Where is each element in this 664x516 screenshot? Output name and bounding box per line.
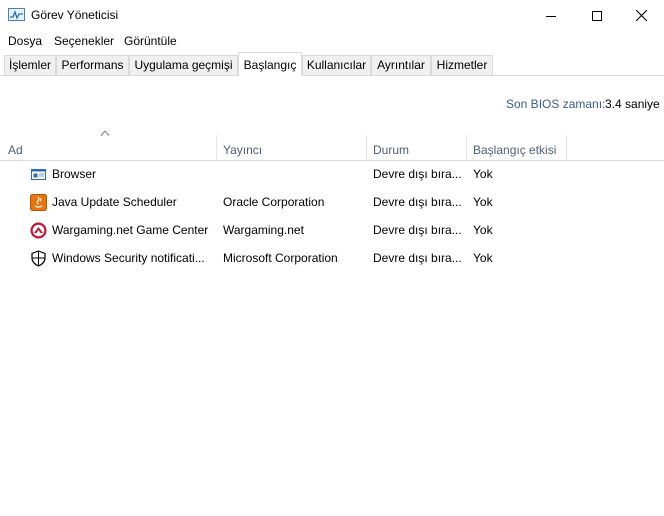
shield-icon bbox=[30, 250, 47, 267]
column-separator[interactable] bbox=[566, 135, 567, 160]
row-status: Devre dışı bıra... bbox=[373, 223, 462, 237]
minimize-icon bbox=[546, 15, 556, 17]
column-header-publisher-label: Yayıncı bbox=[223, 143, 263, 157]
table-row[interactable]: Java Update Scheduler Oracle Corporation… bbox=[0, 189, 664, 217]
row-name: Windows Security notificati... bbox=[52, 251, 205, 265]
column-header-status[interactable]: Durum bbox=[366, 135, 466, 161]
close-button[interactable] bbox=[618, 0, 664, 31]
tab-strip: İşlemler Performans Uygulama geçmişi Baş… bbox=[0, 52, 664, 76]
bios-time-value: 3.4 saniye bbox=[605, 97, 660, 111]
row-impact: Yok bbox=[473, 195, 493, 209]
row-name: Java Update Scheduler bbox=[52, 195, 177, 209]
maximize-button[interactable] bbox=[574, 0, 620, 31]
table-row[interactable]: Browser Devre dışı bıra... Yok bbox=[0, 161, 664, 189]
row-name: Wargaming.net Game Center bbox=[52, 223, 209, 237]
window-title: Görev Yöneticisi bbox=[31, 8, 119, 22]
column-header-status-label: Durum bbox=[373, 143, 410, 157]
menu-view[interactable]: Görüntüle bbox=[124, 34, 177, 48]
column-header-impact-label: Başlangıç etkisi bbox=[473, 143, 557, 157]
column-header-name[interactable]: Ad bbox=[0, 135, 216, 161]
tab-startup[interactable]: Başlangıç bbox=[238, 52, 302, 76]
menu-bar: Dosya Seçenekler Görüntüle bbox=[0, 31, 664, 52]
tab-processes[interactable]: İşlemler bbox=[4, 55, 56, 75]
browser-window-icon bbox=[30, 166, 47, 183]
tab-users[interactable]: Kullanıcılar bbox=[302, 55, 371, 75]
row-impact: Yok bbox=[473, 223, 493, 237]
minimize-button[interactable] bbox=[528, 0, 574, 31]
table-row[interactable]: Windows Security notificati... Microsoft… bbox=[0, 245, 664, 273]
wargaming-icon bbox=[30, 222, 47, 239]
row-status: Devre dışı bıra... bbox=[373, 195, 462, 209]
java-icon bbox=[30, 194, 47, 211]
menu-file[interactable]: Dosya bbox=[8, 34, 42, 48]
table-row[interactable]: Wargaming.net Game Center Wargaming.net … bbox=[0, 217, 664, 245]
row-publisher: Wargaming.net bbox=[223, 223, 304, 237]
row-status: Devre dışı bıra... bbox=[373, 251, 462, 265]
menu-options[interactable]: Seçenekler bbox=[54, 34, 114, 48]
row-impact: Yok bbox=[473, 167, 493, 181]
row-publisher: Microsoft Corporation bbox=[223, 251, 338, 265]
tab-performance[interactable]: Performans bbox=[56, 55, 129, 75]
task-manager-icon bbox=[8, 8, 25, 22]
column-header-name-label: Ad bbox=[8, 143, 23, 157]
maximize-icon bbox=[592, 10, 602, 21]
tab-details[interactable]: Ayrıntılar bbox=[371, 55, 431, 75]
row-status: Devre dışı bıra... bbox=[373, 167, 462, 181]
column-header-impact[interactable]: Başlangıç etkisi bbox=[466, 135, 566, 161]
column-header-publisher[interactable]: Yayıncı bbox=[216, 135, 366, 161]
row-name: Browser bbox=[52, 167, 97, 181]
tab-services[interactable]: Hizmetler bbox=[431, 55, 493, 75]
bios-time-label: Son BIOS zamanı: bbox=[506, 97, 606, 111]
row-impact: Yok bbox=[473, 251, 493, 265]
close-icon bbox=[635, 10, 647, 21]
tab-app-history[interactable]: Uygulama geçmişi bbox=[129, 55, 238, 75]
row-publisher: Oracle Corporation bbox=[223, 195, 325, 209]
title-bar: Görev Yöneticisi bbox=[0, 0, 664, 31]
